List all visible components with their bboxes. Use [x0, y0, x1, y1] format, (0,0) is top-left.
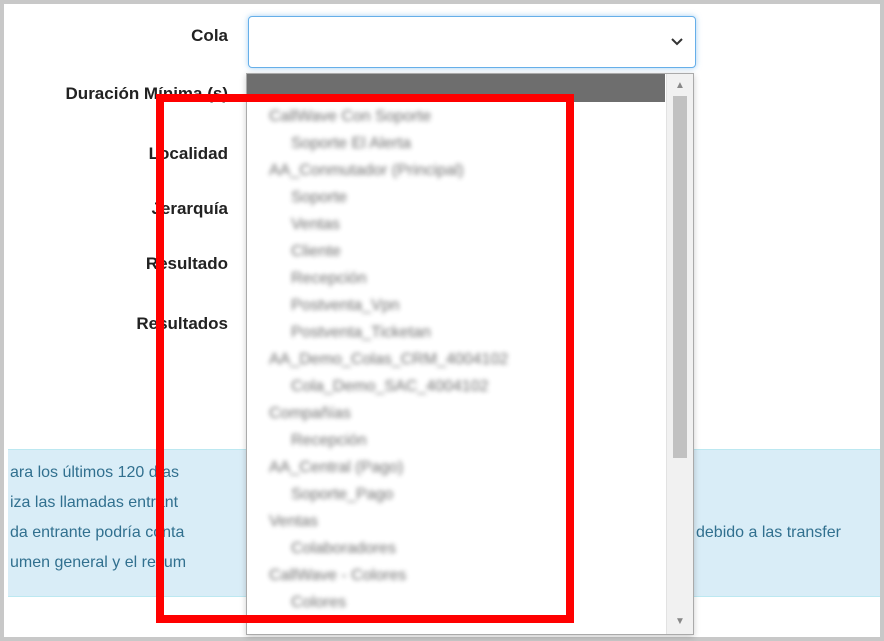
- cola-select[interactable]: [248, 16, 696, 68]
- red-highlight-annotation: [156, 94, 574, 623]
- info-line-1: ara los últimos 120 días: [10, 464, 179, 481]
- scroll-up-arrow-icon[interactable]: ▲: [674, 80, 686, 92]
- chevron-down-icon: [671, 38, 683, 46]
- info-line-3-suffix: debido a las transfer: [696, 524, 841, 541]
- scrollbar-thumb[interactable]: [673, 96, 687, 458]
- scroll-down-arrow-icon[interactable]: ▼: [674, 616, 686, 628]
- dropdown-scrollbar[interactable]: ▲ ▼: [666, 74, 693, 634]
- info-line-2: iza las llamadas entrant: [10, 494, 179, 511]
- label-cola: Cola: [191, 26, 228, 45]
